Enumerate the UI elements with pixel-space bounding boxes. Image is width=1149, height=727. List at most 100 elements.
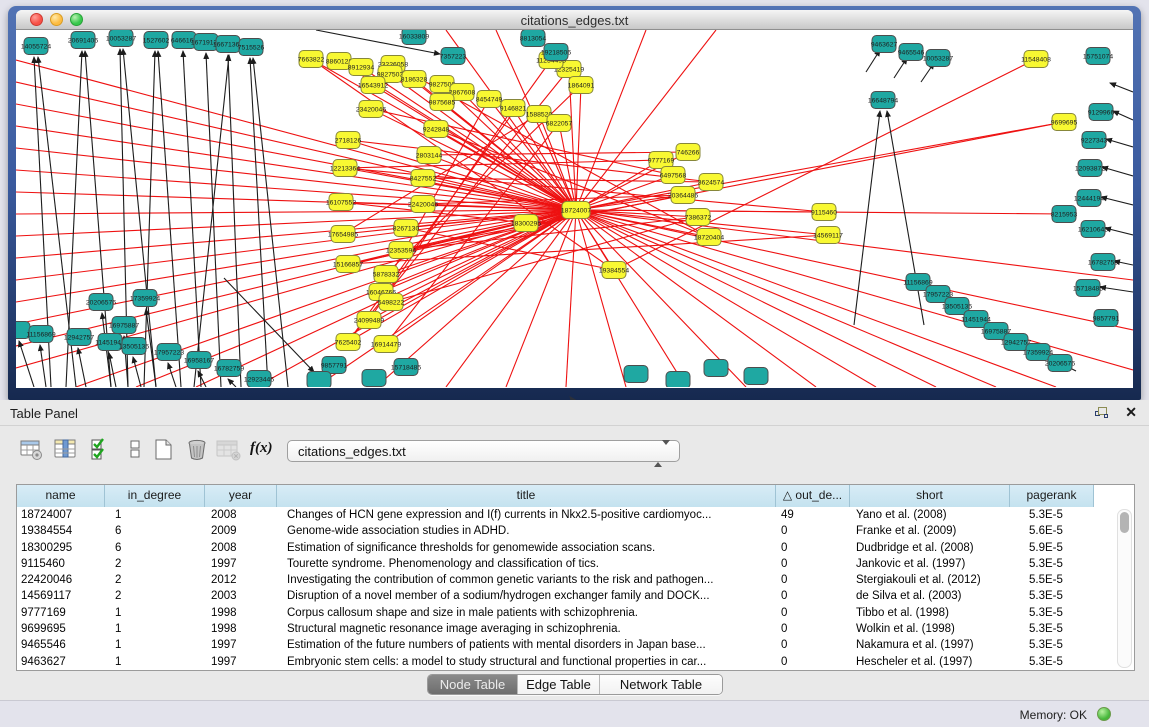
graph-node-teal[interactable]: 12942757	[64, 329, 94, 346]
graph-node-yellow[interactable]: 20364486	[668, 187, 698, 204]
graph-node-yellow[interactable]: 6822057	[546, 115, 573, 132]
graph-node-teal[interactable]: 7357223	[440, 48, 467, 65]
graph-node-teal[interactable]	[362, 370, 386, 387]
graph-node-yellow[interactable]: 8427552	[410, 170, 437, 187]
graph-node-yellow[interactable]: 18300295	[511, 215, 541, 232]
graph-node-teal[interactable]: 12444194	[1074, 190, 1104, 207]
column-header-0[interactable]: name	[17, 485, 105, 507]
select-rows-icon[interactable]	[90, 438, 114, 462]
tab-node-table[interactable]: Node Table	[428, 675, 518, 694]
red-edge[interactable]	[576, 210, 936, 387]
graph-node-yellow[interactable]: 9242848	[423, 121, 450, 138]
black-edge[interactable]	[168, 363, 176, 387]
table-row[interactable]: 1456911722003Disruption of a novel membe…	[17, 588, 1134, 604]
graph-node-teal[interactable]: 15718485	[1073, 280, 1103, 297]
black-edge[interactable]	[1110, 83, 1133, 92]
graph-node-teal[interactable]: 16782759	[214, 360, 244, 377]
column-header-1[interactable]: in_degree	[105, 485, 205, 507]
graph-node-teal[interactable]: 20691406	[68, 32, 98, 49]
graph-node-teal[interactable]: 9465546	[898, 44, 925, 61]
graph-node-teal[interactable]: 17957223	[154, 344, 184, 361]
table-row[interactable]: 1830029562008Estimation of significance …	[17, 540, 1134, 556]
graph-node-teal[interactable]: 9227343	[1081, 132, 1108, 149]
graph-node-teal[interactable]: 9463627	[871, 36, 898, 53]
graph-node-teal[interactable]: 8813054	[520, 30, 547, 47]
graph-node-yellow[interactable]: 8454749	[476, 91, 503, 108]
table-row[interactable]: 946554611997Estimation of the future num…	[17, 637, 1134, 653]
black-edge[interactable]	[206, 53, 221, 387]
column-header-5[interactable]: short	[850, 485, 1010, 507]
tab-edge-table[interactable]: Edge Table	[518, 675, 600, 694]
graph-node-teal[interactable]: 16648794	[868, 92, 898, 109]
graph-node-teal[interactable]: 16958167	[184, 352, 214, 369]
graph-node-yellow[interactable]: 11548408	[1021, 51, 1051, 68]
black-edge[interactable]	[887, 111, 924, 325]
table-row[interactable]: 946362711997Embryonic stem cells: a mode…	[17, 654, 1134, 670]
close-panel-icon[interactable]: ✕	[1125, 404, 1137, 421]
graph-node-teal[interactable]: 19218506	[541, 44, 571, 61]
black-edge[interactable]	[1106, 139, 1133, 147]
graph-node-teal[interactable]: 8215953	[1051, 206, 1078, 223]
table-row[interactable]: 977716911998Corpus callosum shape and si…	[17, 605, 1134, 621]
graph-node-yellow[interactable]: 6497568	[660, 167, 687, 184]
column-header-3[interactable]: title	[277, 485, 776, 507]
graph-node-teal[interactable]: 10053287	[106, 30, 136, 47]
graph-node-teal[interactable]: 10053287	[923, 50, 953, 67]
checkbox-list-icon[interactable]	[124, 438, 148, 462]
graph-node-teal[interactable]: 16782759	[1088, 254, 1118, 271]
graph-node-yellow[interactable]: 9699695	[1051, 114, 1078, 131]
scrollbar-thumb[interactable]	[1120, 512, 1129, 533]
vertical-scrollbar[interactable]	[1117, 509, 1132, 668]
graph-node-yellow[interactable]: 8267130	[393, 220, 420, 237]
graph-node-teal[interactable]	[744, 368, 768, 385]
column-visibility-icon[interactable]	[54, 438, 78, 462]
black-edge[interactable]	[1113, 111, 1133, 120]
graph-node-yellow[interactable]: 5878332	[373, 266, 400, 283]
graph-node-yellow[interactable]: 12213364	[330, 160, 360, 177]
graph-node-yellow[interactable]: 18720404	[694, 229, 724, 246]
red-edge[interactable]	[576, 30, 716, 210]
function-builder-icon[interactable]: f(x)	[250, 440, 274, 464]
table-row[interactable]: 2242004622012Investigating the contribut…	[17, 572, 1134, 588]
graph-node-teal[interactable]: 9129966	[1088, 104, 1115, 121]
graph-node-yellow[interactable]: 16107552	[326, 194, 356, 211]
graph-node-teal[interactable]: 15751074	[1083, 48, 1113, 65]
table-row[interactable]: 1872400712008Changes of HCN gene express…	[17, 507, 1134, 523]
graph-node-yellow[interactable]: 9115460	[811, 204, 837, 221]
column-header-6[interactable]: pagerank	[1010, 485, 1094, 507]
new-table-icon[interactable]	[152, 438, 176, 462]
graph-node-yellow[interactable]: 2718126	[335, 132, 362, 149]
graph-node-yellow[interactable]: 7625402	[335, 334, 362, 351]
black-edge[interactable]	[228, 379, 236, 387]
float-panel-icon[interactable]	[1095, 407, 1109, 419]
graph-node-teal[interactable]: 12093872	[1075, 160, 1105, 177]
graph-node-yellow[interactable]: 18724007	[561, 202, 591, 219]
black-edge[interactable]	[40, 345, 46, 387]
graph-node-yellow[interactable]: 15166857	[333, 256, 363, 273]
graph-node-yellow[interactable]: 7386372	[685, 209, 712, 226]
red-edge[interactable]	[16, 170, 576, 210]
graph-node-teal[interactable]: 16975887	[109, 317, 139, 334]
graph-node-yellow[interactable]: 2803144	[416, 147, 443, 164]
column-header-4[interactable]: △ out_de...	[776, 485, 850, 507]
graph-node-teal[interactable]: 16033809	[399, 30, 429, 45]
black-edge[interactable]	[1100, 287, 1133, 292]
table-row[interactable]: 1938455462009Genome-wide association stu…	[17, 523, 1134, 539]
graph-node-teal[interactable]	[307, 372, 331, 388]
black-edge[interactable]	[194, 55, 229, 387]
graph-node-teal[interactable]	[666, 372, 690, 388]
network-canvas[interactable]: 1872400776638228860128891293423226058982…	[16, 30, 1133, 387]
graph-node-teal[interactable]: 15718485	[391, 359, 421, 376]
table-row[interactable]: 911546021997Tourette syndrome. Phenomeno…	[17, 556, 1134, 572]
red-edge[interactable]	[436, 129, 576, 210]
graph-node-yellow[interactable]: 19384554	[599, 262, 629, 279]
column-header-2[interactable]: year	[205, 485, 277, 507]
red-edge[interactable]	[566, 210, 576, 387]
graph-node-yellow[interactable]: 16914479	[371, 336, 401, 353]
network-window-titlebar[interactable]: citations_edges.txt	[16, 10, 1133, 30]
graph-node-yellow[interactable]: 24099489	[354, 312, 384, 329]
graph-node-yellow[interactable]: 5498222	[378, 294, 405, 311]
graph-node-teal[interactable]	[704, 360, 728, 377]
red-edge[interactable]	[576, 85, 581, 210]
graph-node-yellow[interactable]: 7663822	[298, 51, 325, 68]
